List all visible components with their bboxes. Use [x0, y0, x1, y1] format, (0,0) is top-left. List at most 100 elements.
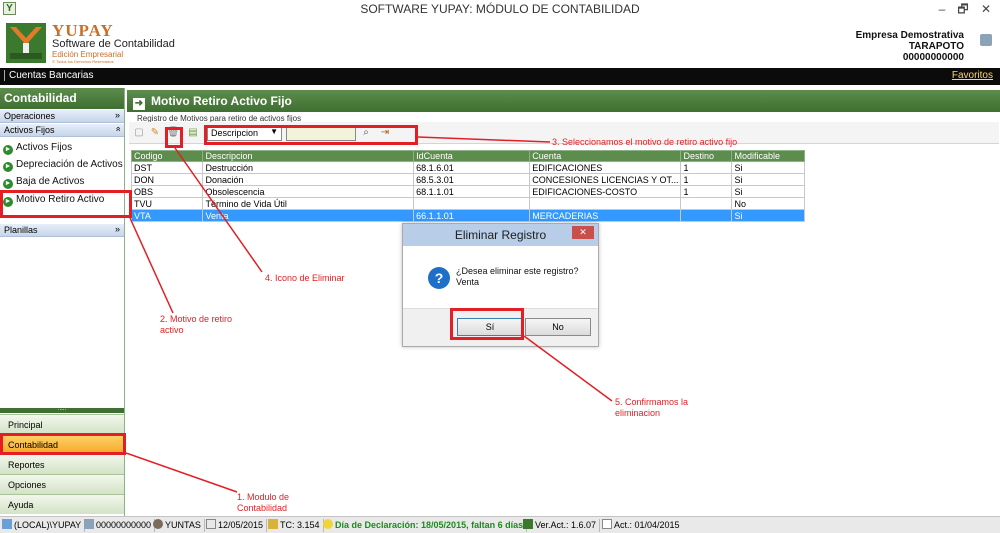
dialog-message-line2: Venta	[456, 277, 480, 287]
sidebar-item-label: Depreciación de Activos	[16, 159, 123, 170]
cell: DST	[130, 161, 204, 174]
dialog-title: Eliminar Registro	[403, 224, 598, 246]
cell: Venta	[202, 209, 415, 222]
sidebar-resize-grip[interactable]: .....	[0, 406, 124, 413]
brand-subtitle: Software de Contabilidad	[52, 38, 175, 50]
section-activos-fijos-label: Activos Fijos	[4, 125, 55, 135]
cell	[680, 209, 733, 222]
status-server-text: (LOCAL)\YUPAY	[14, 520, 82, 530]
title-bar: Y SOFTWARE YUPAY: MÓDULO DE CONTABILIDAD…	[0, 0, 1000, 18]
annotation-box-delete-icon	[165, 127, 183, 148]
export-icon[interactable]: ▤	[187, 127, 199, 139]
cell: OBS	[130, 185, 204, 198]
section-planillas[interactable]: Planillas »	[0, 224, 124, 237]
cuentas-bancarias-link[interactable]: Cuentas Bancarias	[4, 70, 94, 81]
status-date-text: 12/05/2015	[218, 520, 264, 530]
cell: MERCADERIAS	[529, 209, 682, 222]
cell: 68.1.6.01	[413, 161, 531, 174]
company-city: TARAPOTO	[908, 41, 964, 52]
table-row[interactable]: OBS Obsolescencia 68.1.1.01 EDIFICACIONES-C…	[130, 185, 805, 198]
cell: 1	[680, 185, 733, 198]
status-date: 12/05/2015	[206, 519, 268, 532]
cell: Destrucción	[202, 161, 415, 174]
annotation-2: 2. Motivo de retiro activo	[160, 314, 232, 336]
annotation-box-yes	[450, 308, 524, 340]
status-declaracion: Día de Declaración: 18/05/2015, faltan 6…	[323, 519, 528, 532]
annotation-2-line1: 2. Motivo de retiro	[160, 314, 233, 324]
status-ruc-text: 00000000000	[96, 520, 152, 530]
nav-principal[interactable]: Principal	[0, 414, 124, 434]
restore-button[interactable]: 🗗	[953, 1, 973, 17]
section-activos-fijos[interactable]: Activos Fijos »	[0, 124, 124, 137]
section-operaciones-label: Operaciones	[4, 111, 56, 121]
sidebar-item-depreciacion[interactable]: ► Depreciación de Activos	[3, 159, 123, 172]
table-row-selected[interactable]: VTA Venta 66.1.1.01 MERCADERIAS Si	[130, 209, 805, 222]
cell: Si	[731, 161, 805, 174]
user-icon	[153, 519, 163, 529]
col-codigo[interactable]: Codigo	[130, 150, 204, 162]
page-title: Motivo Retiro Activo Fijo	[151, 94, 292, 108]
chevron-up-icon: »	[112, 126, 123, 132]
company-ruc: 00000000000	[902, 52, 964, 63]
annotation-5-line1: 5. Confirmamos la	[615, 397, 689, 407]
status-tc: TC: 3.154	[268, 519, 324, 532]
company-icon	[84, 519, 94, 529]
col-cuenta[interactable]: Cuenta	[529, 150, 682, 162]
cell	[413, 197, 531, 210]
sidebar-item-activos-fijos[interactable]: ► Activos Fijos	[3, 142, 72, 155]
table-row[interactable]: DST Destrucción 68.1.6.01 EDIFICACIONES 1 Si	[130, 161, 805, 174]
dialog-message-line1: ¿Desea eliminar este registro?	[456, 266, 579, 276]
table-row[interactable]: DON Donación 68.5.3.01 CONCESIONES LICENCIA…	[130, 173, 805, 186]
arrow-right-icon: ➜	[133, 98, 145, 110]
sidebar-item-baja-activos[interactable]: ► Baja de Activos	[3, 176, 84, 189]
cell	[529, 197, 682, 210]
dialog-close-button[interactable]: ✕	[572, 226, 594, 239]
minimize-button[interactable]: –	[932, 1, 952, 17]
window-title: SOFTWARE YUPAY: MÓDULO DE CONTABILIDAD	[360, 2, 640, 16]
annotation-box-search	[204, 125, 418, 145]
sidebar-item-label: Activos Fijos	[16, 142, 73, 153]
dialog-message: ¿Desea eliminar este registro? Venta	[456, 266, 579, 288]
col-destino[interactable]: Destino	[680, 150, 733, 162]
favoritos-link[interactable]: Favoritos	[952, 70, 993, 81]
database-icon	[2, 519, 12, 529]
col-modificable[interactable]: Modificable	[731, 150, 805, 162]
status-declaracion-text: Día de Declaración: 18/05/2015, faltan 6…	[335, 520, 524, 530]
edit-pencil-icon[interactable]: ✎	[149, 127, 161, 139]
chevron-down-icon: »	[114, 224, 120, 234]
dialog-body: ? ¿Desea eliminar este registro? Venta	[403, 246, 598, 308]
nav-ayuda[interactable]: Ayuda	[0, 494, 124, 514]
cell: Si	[731, 209, 805, 222]
company-name: Empresa Demostrativa	[855, 30, 964, 41]
new-document-icon[interactable]: ▢	[133, 127, 145, 139]
cell: Término de Vida Útil	[202, 197, 415, 210]
go-arrow-icon: ►	[3, 162, 13, 172]
cell: 68.1.1.01	[413, 185, 531, 198]
app-header: YUPAY Software de Contabilidad Edición E…	[0, 18, 1000, 68]
nav-opciones[interactable]: Opciones	[0, 474, 124, 494]
cell: No	[731, 197, 805, 210]
col-idcuenta[interactable]: IdCuenta	[413, 150, 531, 162]
dollar-icon	[268, 519, 278, 529]
annotation-1: 1. Modulo de Contabilidad	[237, 492, 289, 514]
status-tc-text: TC: 3.154	[280, 520, 320, 530]
cell: EDIFICACIONES	[529, 161, 682, 174]
status-version: Ver.Act.: 1.6.07	[523, 519, 601, 532]
cell: Donación	[202, 173, 415, 186]
no-button[interactable]: No	[525, 318, 591, 336]
table-header-row: Codigo Descripcion IdCuenta Cuenta Desti…	[130, 150, 805, 162]
brand-edition: Edición Empresarial	[52, 50, 124, 59]
annotation-box-motivo	[0, 190, 132, 218]
records-table: Codigo Descripcion IdCuenta Cuenta Desti…	[130, 150, 805, 222]
col-descripcion[interactable]: Descripcion	[202, 150, 415, 162]
cell	[680, 197, 733, 210]
nav-reportes[interactable]: Reportes	[0, 454, 124, 474]
annotation-4: 4. Icono de Eliminar	[265, 273, 345, 283]
section-operaciones[interactable]: Operaciones »	[0, 110, 124, 123]
close-window-button[interactable]: ✕	[976, 1, 996, 17]
company-settings-icon[interactable]	[980, 34, 992, 46]
lightbulb-icon	[323, 519, 333, 529]
sidebar-item-label: Baja de Activos	[16, 176, 85, 187]
chevron-down-icon: »	[114, 110, 120, 120]
table-row[interactable]: TVU Término de Vida Útil No	[130, 197, 805, 210]
